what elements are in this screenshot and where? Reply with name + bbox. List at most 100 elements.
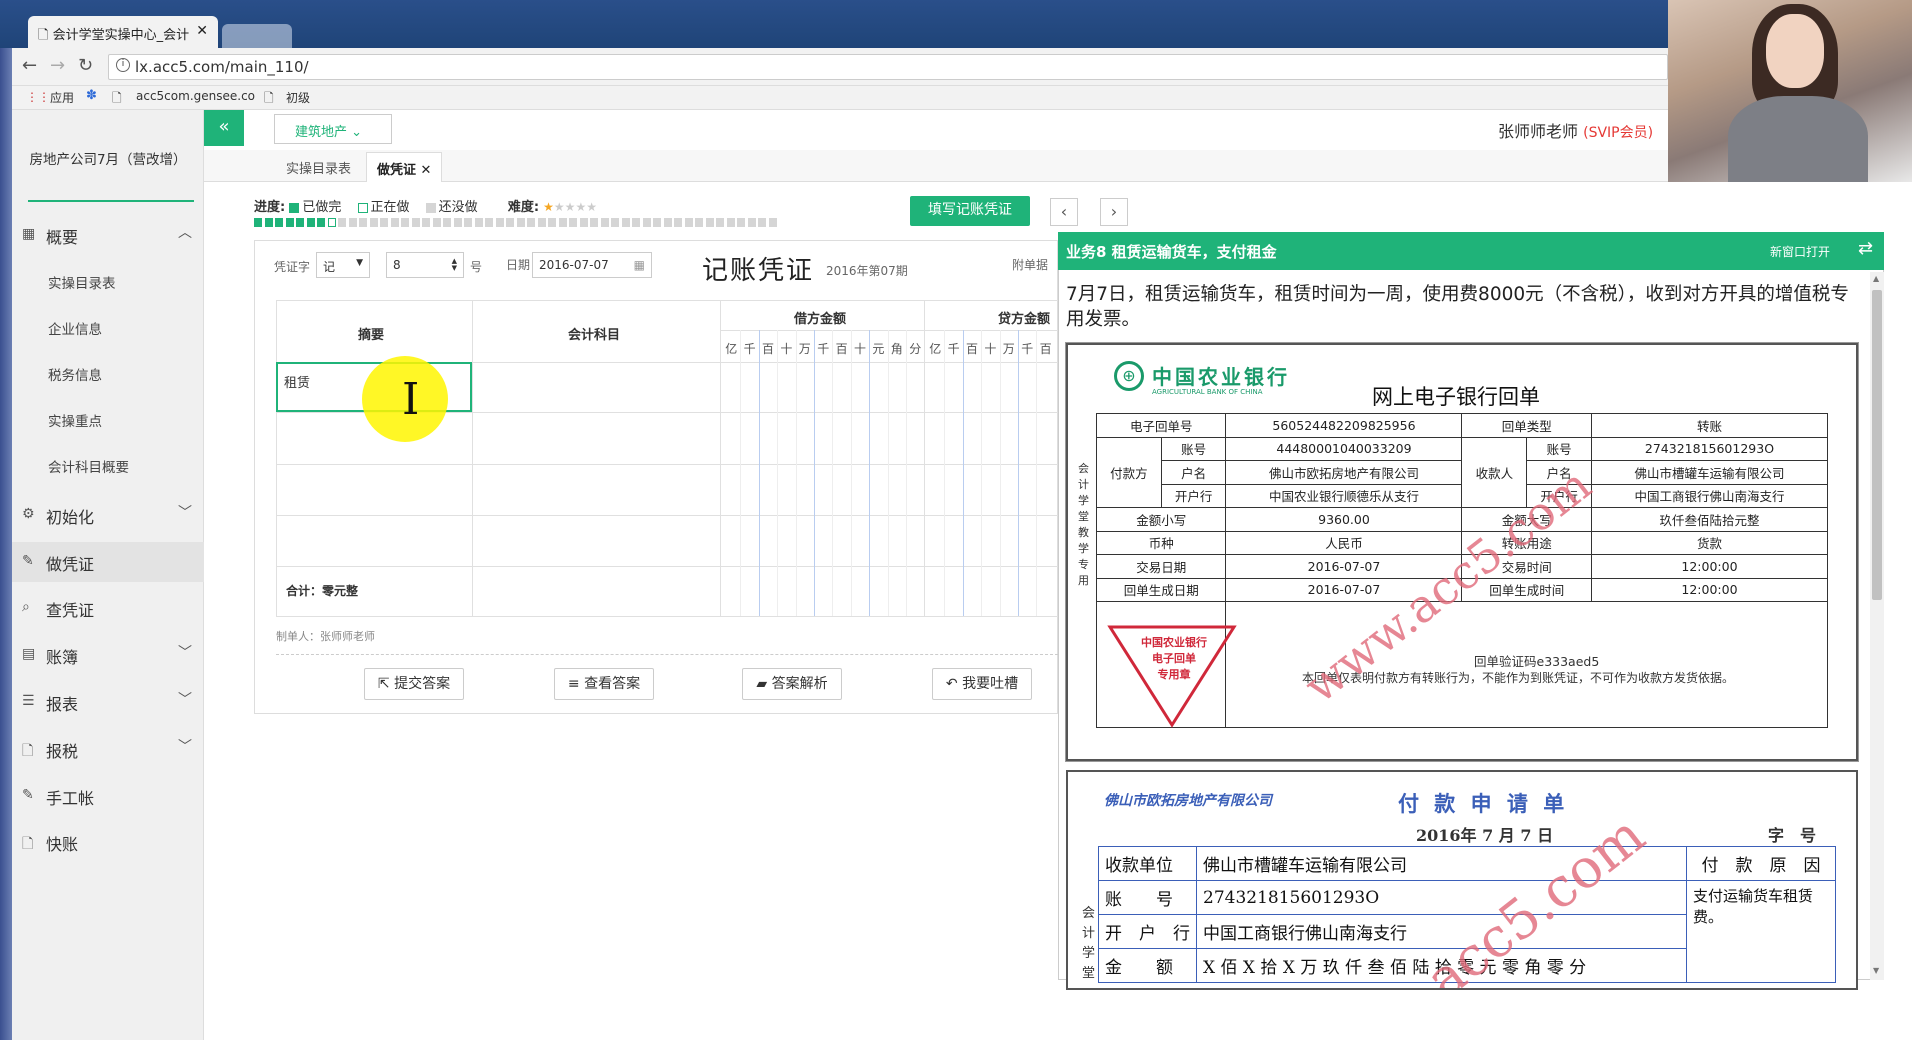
digit-label: 十 [984, 342, 997, 356]
prev-button[interactable]: ‹ [1050, 198, 1078, 226]
stepper-arrows-icon[interactable]: ▲ ▼ [452, 258, 457, 272]
table-cell: 转账 [1590, 413, 1829, 438]
progress-cell [621, 218, 630, 227]
col-summary: 摘要 [358, 328, 385, 343]
scroll-up-icon[interactable]: ▲ [1873, 274, 1879, 283]
nav-sub-keypoints[interactable]: 实操重点 [48, 410, 102, 430]
table-row: 付款方 账号 44480001040033209 收款人 账号 2743218156012… [1096, 436, 1829, 508]
progress-cell [485, 218, 493, 227]
industry-dropdown[interactable]: 建筑地产 ⌄ [274, 114, 392, 144]
view-answer-button[interactable]: ≡ 查看答案 [554, 668, 654, 700]
nav-make-voucher[interactable]: ✎ 做凭证 [22, 551, 192, 581]
grid-row-line [276, 566, 1058, 567]
progress-cell [275, 218, 283, 227]
nav-tax[interactable]: 🗋 报税 ﹀ [22, 738, 192, 768]
doing-square-icon [357, 202, 368, 213]
table-cell: 币种 [1095, 530, 1227, 555]
calendar-icon[interactable]: ▦ [634, 258, 645, 272]
digit-label: 万 [798, 342, 811, 356]
table-cell: 回单类型 [1461, 413, 1592, 438]
grid-row-line [276, 464, 1058, 465]
chevron-down-icon: ﹀ [178, 739, 192, 755]
progress-cell [695, 218, 703, 227]
progress-cell [632, 218, 640, 227]
swap-icon[interactable]: ⇄ [1858, 238, 1873, 259]
date-value: 2016-07-07 [539, 258, 609, 272]
nav-init[interactable]: ⚙ 初始化 ﹀ [22, 504, 192, 534]
nav-query-voucher[interactable]: ⌕ 查凭证 [22, 597, 192, 627]
nav-manual[interactable]: ✎ 手工帐 [22, 785, 192, 815]
tab-catalog[interactable]: 实操目录表 [286, 158, 351, 177]
browser-tab[interactable]: 🗋 会计学堂实操中心_会计 ✕ [28, 16, 218, 48]
pen-icon: ✎ [22, 787, 34, 803]
nav-ledger[interactable]: ▤ 账簿 ﹀ [22, 644, 192, 674]
payreq-date: 2016年 7 月 7 日 [1416, 826, 1554, 845]
nav-sub-catalog[interactable]: 实操目录表 [48, 272, 116, 292]
table-cell: 开 户 行 [1098, 914, 1197, 949]
close-icon[interactable]: ✕ [421, 163, 432, 178]
digit-label: 亿 [929, 342, 942, 356]
chevron-down-icon: ﹀ [178, 692, 192, 708]
progress-cell [296, 218, 304, 227]
table-cell: 274321815601293O [1590, 436, 1829, 461]
digit-label: 百 [835, 342, 848, 356]
nav-sub-company-info[interactable]: 企业信息 [48, 318, 102, 338]
voucher-number-stepper[interactable]: 8 ▲ ▼ [386, 252, 464, 278]
progress-cell [537, 218, 546, 227]
submit-answer-button[interactable]: ⇱ 提交答案 [364, 668, 464, 700]
digit-label: 万 [1002, 342, 1015, 356]
nav-sub-tax-info[interactable]: 税务信息 [48, 364, 102, 384]
scroll-down-icon[interactable]: ▼ [1873, 966, 1879, 975]
nav-report[interactable]: ☰ 报表 ﹀ [22, 691, 192, 721]
grid-icon: ▦ [22, 226, 36, 242]
payreq-zihao: 字 号 [1768, 826, 1817, 845]
voucher-word-select[interactable]: 记 ▼ [316, 252, 370, 278]
page-icon: 🗋 [264, 91, 274, 105]
complain-label: 我要吐槽 [962, 676, 1019, 692]
open-new-window-link[interactable]: 新窗口打开 [1770, 243, 1830, 260]
voucher-period: 2016年第07期 [826, 264, 908, 278]
bookmark-gensee[interactable]: acc5com.gensee.co [136, 89, 255, 103]
progress-cell [653, 218, 661, 227]
scrollbar-thumb[interactable] [1872, 290, 1882, 600]
progress-cell [663, 218, 672, 227]
table-cell: 货款 [1590, 530, 1829, 555]
nav-overview[interactable]: ▦ 概要 ︿ [22, 224, 192, 254]
back-icon[interactable]: ← [22, 55, 37, 76]
answer-analysis-button[interactable]: ▰ 答案解析 [742, 668, 842, 700]
folder-icon: ▰ [756, 676, 772, 692]
close-tab-icon[interactable]: ✕ [196, 23, 208, 39]
bookmark-apps[interactable]: 应用 [50, 89, 74, 106]
stamp-text: 中国农业银行 电子回单 专用章 [1134, 635, 1214, 683]
url-input[interactable]: i lx.acc5.com/main_110/ [108, 54, 1668, 80]
table-cell: 金额小写 [1095, 507, 1227, 532]
nav-sub-accounts[interactable]: 会计科目概要 [48, 456, 129, 476]
apps-icon: ⋮⋮ [26, 90, 50, 104]
tab-make-voucher[interactable]: 做凭证 ✕ [366, 152, 443, 182]
collapse-sidebar-button[interactable]: « [204, 110, 244, 146]
digit-col-line [962, 330, 964, 616]
digit-label: 十 [853, 342, 866, 356]
new-tab-button[interactable] [222, 24, 292, 48]
done-square-icon [289, 202, 300, 213]
digit-col-line [981, 330, 983, 616]
digit-label: 亿 [725, 342, 738, 356]
forward-icon[interactable]: → [50, 55, 65, 76]
date-input[interactable]: 2016-07-07 ▦ [532, 252, 652, 278]
chevron-right-icon: › [1110, 202, 1118, 221]
nav-make-voucher-label: 做凭证 [46, 555, 95, 574]
reply-icon: ↶ [945, 676, 963, 692]
bookmark-chuji[interactable]: 初级 [286, 89, 310, 106]
legend-done: 已做完 [302, 200, 342, 215]
digit-label: 百 [965, 342, 978, 356]
nav-quick[interactable]: 🗋 快账 [22, 831, 192, 861]
table-cell: 开户行 [1160, 483, 1227, 508]
fill-voucher-button[interactable]: 填写记账凭证 [910, 196, 1030, 226]
digit-label: 百 [1039, 342, 1052, 356]
progress-cell [737, 218, 745, 227]
progress-cell [516, 218, 525, 227]
table-cell: 佛山市槽罐车运输有限公司 [1590, 460, 1829, 485]
complain-button[interactable]: ↶ 我要吐槽 [932, 668, 1032, 700]
next-button[interactable]: › [1100, 198, 1128, 226]
reload-icon[interactable]: ↻ [78, 55, 93, 76]
